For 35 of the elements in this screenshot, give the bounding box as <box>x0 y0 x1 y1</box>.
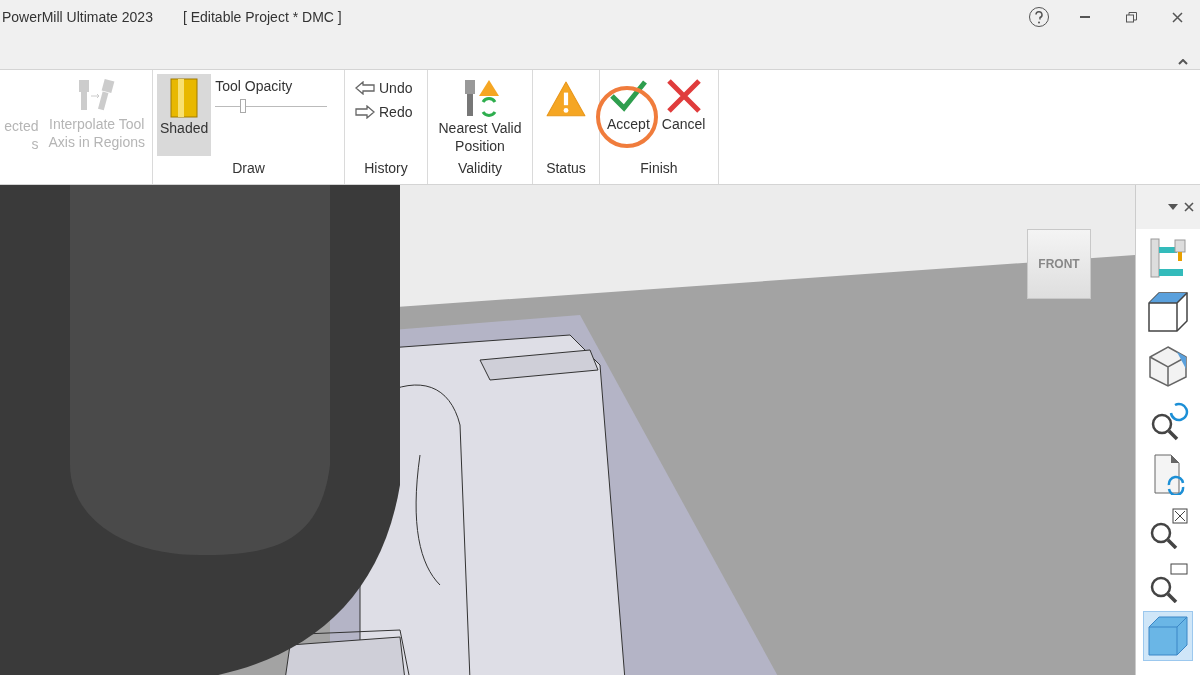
restore-icon <box>1125 11 1137 23</box>
shaded-tool-icon <box>170 78 199 118</box>
caret-up-icon <box>1178 59 1188 65</box>
checkmark-icon <box>608 78 649 114</box>
panel-close-button[interactable] <box>1184 202 1194 212</box>
history-button[interactable]: Undo <box>349 78 419 98</box>
shaded-button[interactable]: Shaded <box>157 74 212 156</box>
machine-icon <box>1147 237 1189 279</box>
shaded-cube-icon <box>1147 345 1189 387</box>
slider-thumb[interactable] <box>240 99 247 113</box>
group-label: Validity <box>456 160 504 178</box>
right-arrow-icon <box>355 105 375 119</box>
accept-button[interactable]: Accept <box>604 74 653 136</box>
help-icon <box>1028 6 1050 28</box>
opacity-slider[interactable] <box>215 98 328 114</box>
caret-down-icon <box>1168 204 1178 210</box>
slider-label: Tool Opacity <box>215 77 294 94</box>
group-label: Finish <box>639 160 679 178</box>
left-arrow-icon <box>355 81 375 95</box>
nearest-valid-position-button[interactable]: Nearest Valid Position <box>435 74 525 160</box>
history-button[interactable]: Redo <box>349 102 419 122</box>
close-icon <box>1184 202 1194 212</box>
dropdown-button[interactable] <box>1168 204 1178 210</box>
group-label: History <box>363 160 409 178</box>
project-title: [ Editable Project * DMC ] <box>182 9 342 25</box>
window-title: PowerMill Ultimate 2023 <box>2 9 153 25</box>
group-label: Draw <box>231 160 266 178</box>
collapse-ribbon-button[interactable] <box>1178 59 1188 65</box>
cancel-button[interactable]: Cancel <box>658 74 709 136</box>
shaded-box-icon <box>1147 615 1189 657</box>
group-label: Status <box>545 160 587 178</box>
minimize-icon <box>1080 16 1090 18</box>
wireframe-cube-icon <box>1147 291 1189 333</box>
close-icon <box>1171 11 1183 23</box>
status-warning-icon <box>545 80 587 118</box>
